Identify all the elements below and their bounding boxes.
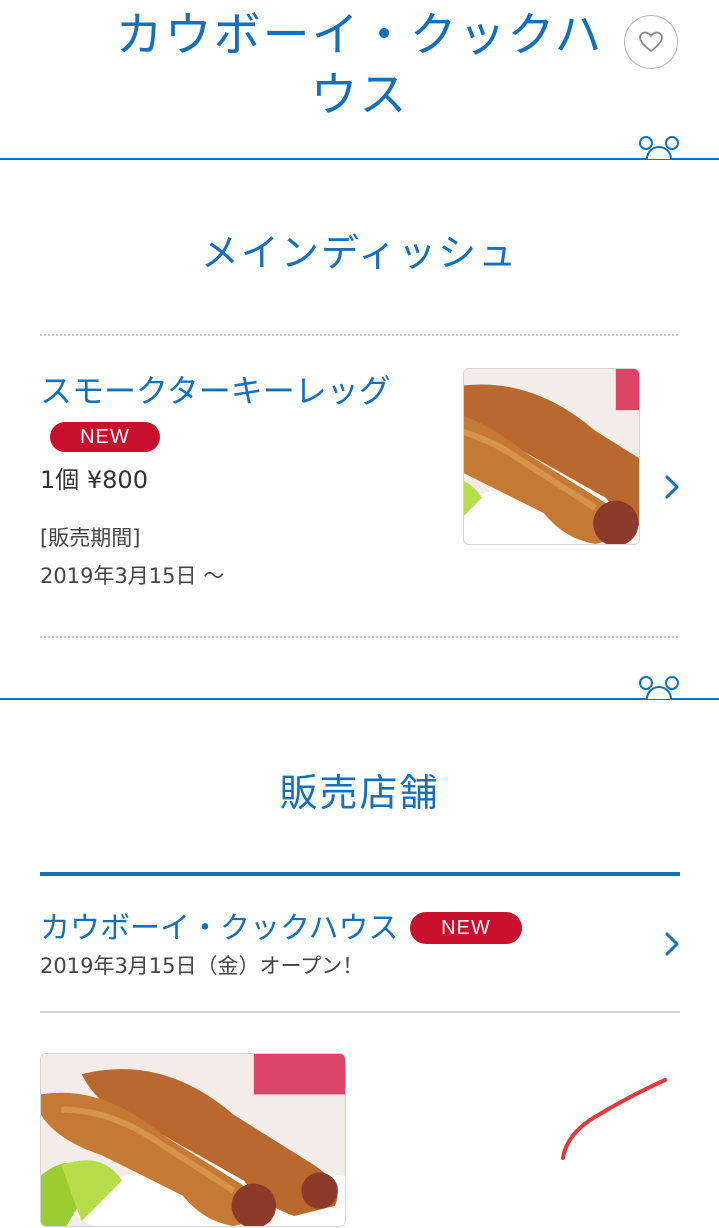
store-image[interactable] — [40, 1053, 346, 1227]
menu-item-price: 1個 ¥800 — [40, 466, 148, 494]
main-dish-heading: メインディッシュ — [200, 231, 519, 275]
chevron-right-icon[interactable] — [664, 931, 680, 957]
dotted-divider — [40, 636, 678, 638]
store-name-link[interactable]: カウボーイ・クックハウス — [40, 903, 399, 947]
mickey-icon — [639, 676, 679, 700]
store-bottom-rule — [40, 1011, 680, 1013]
stores-heading: 販売店舗 — [279, 771, 440, 815]
section-divider — [0, 698, 719, 700]
new-badge: NEW — [50, 422, 160, 452]
heart-outline-icon — [639, 31, 663, 53]
page-title-line-1: カウボーイ・クックハ — [115, 8, 604, 63]
sales-period-value: 2019年3月15日 〜 — [40, 564, 225, 588]
store-opening-note: 2019年3月15日（金）オープン！ — [40, 954, 364, 978]
chevron-right-icon[interactable] — [664, 474, 680, 500]
mickey-icon — [639, 136, 679, 160]
menu-item-name[interactable]: スモークターキーレッグ — [40, 366, 391, 412]
menu-item-image[interactable] — [463, 368, 640, 545]
dotted-divider — [40, 334, 678, 336]
turkey-leg-image — [464, 369, 639, 544]
favorite-button[interactable] — [624, 15, 678, 69]
annotation-stroke — [561, 1078, 667, 1160]
new-badge: NEW — [410, 912, 522, 944]
section-divider — [0, 158, 719, 160]
turkey-leg-image — [41, 1054, 345, 1226]
sales-period-label: [販売期間] — [40, 526, 141, 550]
page-title-line-2: ウス — [310, 68, 409, 123]
store-top-rule — [40, 872, 680, 876]
page-title: カウボーイ・クックハ ウス — [0, 6, 719, 126]
